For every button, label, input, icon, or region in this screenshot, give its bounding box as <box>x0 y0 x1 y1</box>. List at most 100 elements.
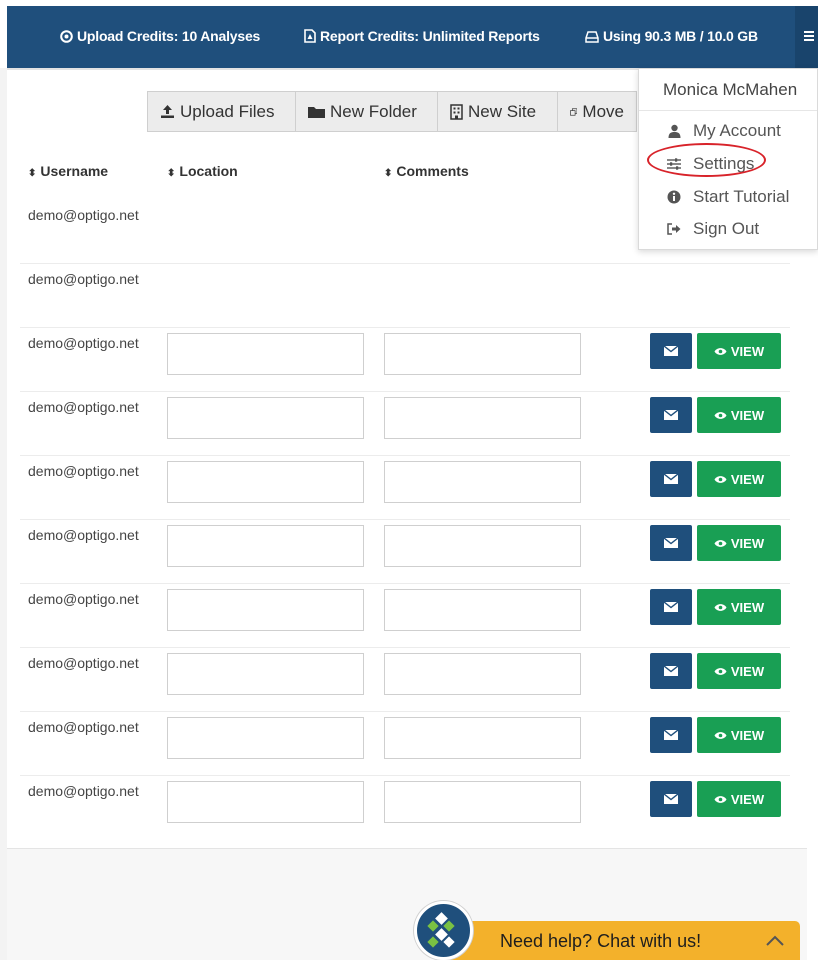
view-button[interactable]: VIEW <box>697 397 781 433</box>
email-button[interactable] <box>650 717 692 753</box>
top-navbar: Upload Credits: 10 Analyses Report Credi… <box>7 6 818 68</box>
email-button[interactable] <box>650 333 692 369</box>
email-button[interactable] <box>650 525 692 561</box>
view-label: VIEW <box>730 727 765 743</box>
menu-item-label: Start Tutorial <box>693 187 790 206</box>
view-label: VIEW <box>730 599 765 615</box>
menu-item-my-account[interactable]: My Account <box>663 121 781 141</box>
view-button[interactable]: VIEW <box>697 717 781 753</box>
comments-input[interactable] <box>384 461 581 503</box>
menu-item-sign-out[interactable]: Sign Out <box>663 219 759 239</box>
view-button[interactable]: VIEW <box>697 781 781 817</box>
envelope-icon <box>664 538 678 548</box>
eye-icon <box>714 347 727 355</box>
chat-widget-button[interactable]: Need help? Chat with us! <box>448 921 800 960</box>
location-input[interactable] <box>167 397 364 439</box>
new-site-button[interactable]: New Site <box>437 91 558 132</box>
new-folder-button[interactable]: New Folder <box>295 91 438 132</box>
eye-icon <box>714 475 727 483</box>
comments-input[interactable] <box>384 589 581 631</box>
chat-logo-icon <box>414 901 473 960</box>
email-button[interactable] <box>650 781 692 817</box>
envelope-icon <box>664 474 678 484</box>
menu-item-label: My Account <box>693 121 781 140</box>
upload-files-label: Upload Files <box>180 101 275 121</box>
username-cell: demo@optigo.net <box>28 335 139 351</box>
row-divider <box>20 327 790 328</box>
eye-icon <box>714 411 727 419</box>
eye-icon <box>714 539 727 547</box>
comments-input[interactable] <box>384 653 581 695</box>
upload-credits-label: Upload Credits: 10 Analyses <box>77 28 261 44</box>
user-icon <box>668 124 680 138</box>
left-gutter <box>0 68 7 960</box>
upload-icon <box>161 105 174 118</box>
location-input[interactable] <box>167 781 364 823</box>
eye-icon <box>714 795 727 803</box>
location-input[interactable] <box>167 461 364 503</box>
email-button[interactable] <box>650 461 692 497</box>
target-icon <box>60 30 73 43</box>
menu-toggle-button[interactable] <box>795 6 818 68</box>
email-button[interactable] <box>650 397 692 433</box>
sign-out-icon <box>667 223 681 235</box>
location-input[interactable] <box>167 653 364 695</box>
row-divider <box>20 391 790 392</box>
comments-input[interactable] <box>384 525 581 567</box>
username-cell: demo@optigo.net <box>28 655 139 671</box>
move-button[interactable]: Move <box>557 91 637 132</box>
location-input[interactable] <box>167 525 364 567</box>
view-button[interactable]: VIEW <box>697 525 781 561</box>
hamburger-icon-line <box>804 35 814 37</box>
eye-icon <box>714 603 727 611</box>
view-button[interactable]: VIEW <box>697 653 781 689</box>
envelope-icon <box>664 730 678 740</box>
location-input[interactable] <box>167 717 364 759</box>
location-input[interactable] <box>167 333 364 375</box>
eye-icon <box>714 667 727 675</box>
hamburger-icon <box>804 31 814 33</box>
diamond-grid-icon <box>427 912 455 948</box>
username-cell: demo@optigo.net <box>28 783 139 799</box>
view-button[interactable]: VIEW <box>697 461 781 497</box>
storage-usage-label: Using 90.3 MB / 10.0 GB <box>603 28 758 44</box>
column-header-label: Location <box>179 163 238 179</box>
row-divider <box>20 455 790 456</box>
envelope-icon <box>664 666 678 676</box>
view-button[interactable]: VIEW <box>697 589 781 625</box>
view-label: VIEW <box>730 343 765 359</box>
report-credits-label: Report Credits: Unlimited Reports <box>320 28 540 44</box>
row-divider <box>20 711 790 712</box>
row-divider <box>20 775 790 776</box>
comments-input[interactable] <box>384 717 581 759</box>
row-divider <box>20 647 790 648</box>
comments-input[interactable] <box>384 781 581 823</box>
report-credits: Report Credits: Unlimited Reports <box>304 6 540 68</box>
hamburger-icon-line <box>804 39 814 41</box>
column-header-username[interactable]: ⬍ Username <box>28 163 108 179</box>
building-icon <box>450 103 463 120</box>
sort-icon: ⬍ <box>28 168 37 179</box>
email-button[interactable] <box>650 653 692 689</box>
chevron-up-icon <box>766 935 784 946</box>
file-toolbar: Upload Files New Folder New Site Move <box>147 91 637 132</box>
upload-credits: Upload Credits: 10 Analyses <box>60 6 260 68</box>
view-label: VIEW <box>730 471 765 487</box>
column-header-comments[interactable]: ⬍ Comments <box>384 163 469 179</box>
username-cell: demo@optigo.net <box>28 399 139 415</box>
view-button[interactable]: VIEW <box>697 333 781 369</box>
location-input[interactable] <box>167 589 364 631</box>
username-cell: demo@optigo.net <box>28 719 139 735</box>
view-label: VIEW <box>730 407 765 423</box>
view-label: VIEW <box>730 663 765 679</box>
row-divider <box>20 583 790 584</box>
menu-item-label: Sign Out <box>693 219 760 238</box>
envelope-icon <box>664 602 678 612</box>
column-header-location[interactable]: ⬍ Location <box>167 163 238 179</box>
comments-input[interactable] <box>384 333 581 375</box>
email-button[interactable] <box>650 589 692 625</box>
menu-item-start-tutorial[interactable]: Start Tutorial <box>663 187 789 207</box>
comments-input[interactable] <box>384 397 581 439</box>
upload-files-button[interactable]: Upload Files <box>147 91 296 132</box>
folder-icon <box>308 107 325 118</box>
